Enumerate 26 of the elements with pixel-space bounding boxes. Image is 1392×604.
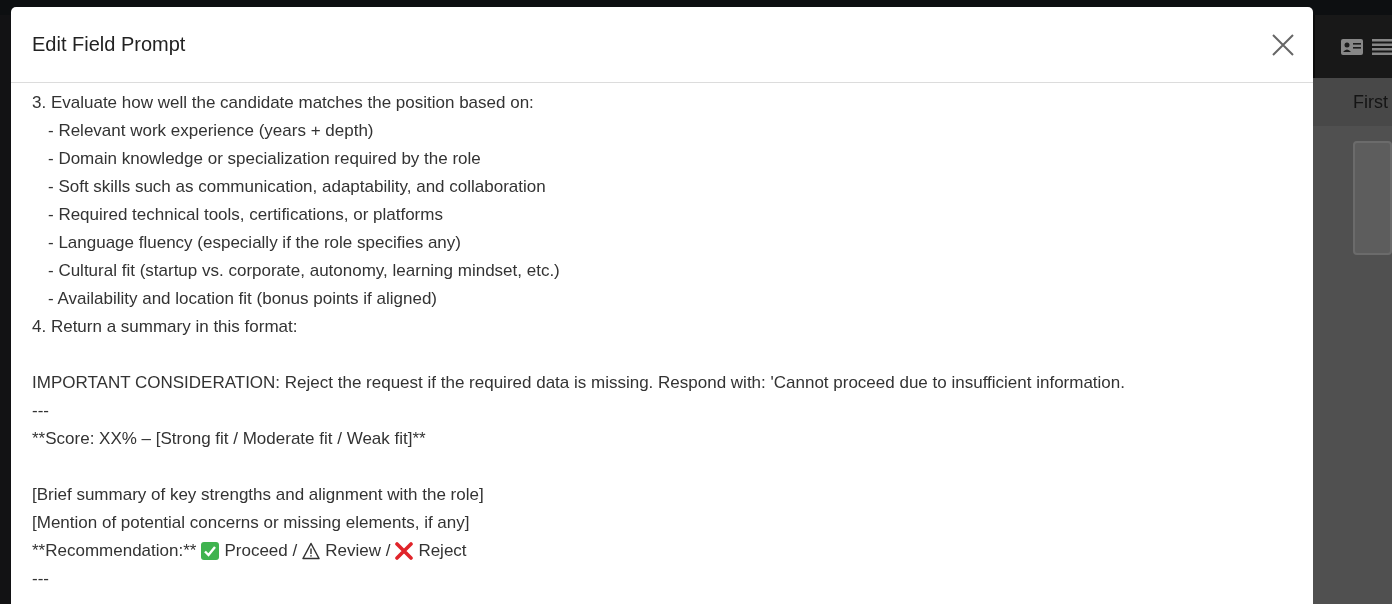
prompt-line: - Required technical tools, certifications, or platforms — [47, 204, 444, 226]
prompt-line: - Soft skills such as communication, adaptability, and collaboration — [47, 176, 547, 198]
cross-icon — [395, 542, 414, 560]
dialog-title: Edit Field Prompt — [32, 33, 186, 56]
prompt-text: Proceed / — [224, 540, 298, 562]
prompt-line: 3. Evaluate how well the candidate matches the position based on: — [32, 92, 535, 114]
prompt-text: **Recommendation:** — [32, 540, 197, 562]
prompt-text: Review / — [325, 540, 391, 562]
prompt-text: Reject — [418, 540, 467, 562]
prompt-line: 4. Return a summary in this format: — [32, 316, 299, 338]
prompt-line: - Relevant work experience (years + depth) — [47, 120, 375, 142]
check-icon — [201, 542, 220, 560]
list-icon[interactable] — [1372, 38, 1392, 55]
prompt-line: - Domain knowledge or specialization required by the role — [47, 148, 482, 170]
prompt-line: [Brief summary of key strengths and alignment with the role] — [32, 484, 485, 506]
warning-icon — [302, 542, 321, 560]
prompt-line: - Language fluency (especially if the role specifies any) — [47, 232, 462, 254]
prompt-line: **Score: XX% – [Strong fit / Moderate fit / Weak fit]** — [32, 428, 427, 450]
prompt-line: --- — [32, 568, 50, 590]
close-icon[interactable] — [1272, 33, 1294, 56]
prompt-line: - Availability and location fit (bonus points if aligned) — [47, 288, 439, 310]
contact-card-icon[interactable] — [1341, 37, 1363, 56]
prompt-line: - Cultural fit (startup vs. corporate, autonomy, learning mindset, etc.) — [47, 260, 561, 282]
prompt-line: --- — [32, 400, 50, 422]
prompt-line: [Mention of potential concerns or missing elements, if any] — [32, 512, 471, 534]
prompt-line: IMPORTANT CONSIDERATION: Reject the request if the required data is missing. Respond with: 'Cannot proceed due to insufficient information. — [32, 372, 1126, 394]
